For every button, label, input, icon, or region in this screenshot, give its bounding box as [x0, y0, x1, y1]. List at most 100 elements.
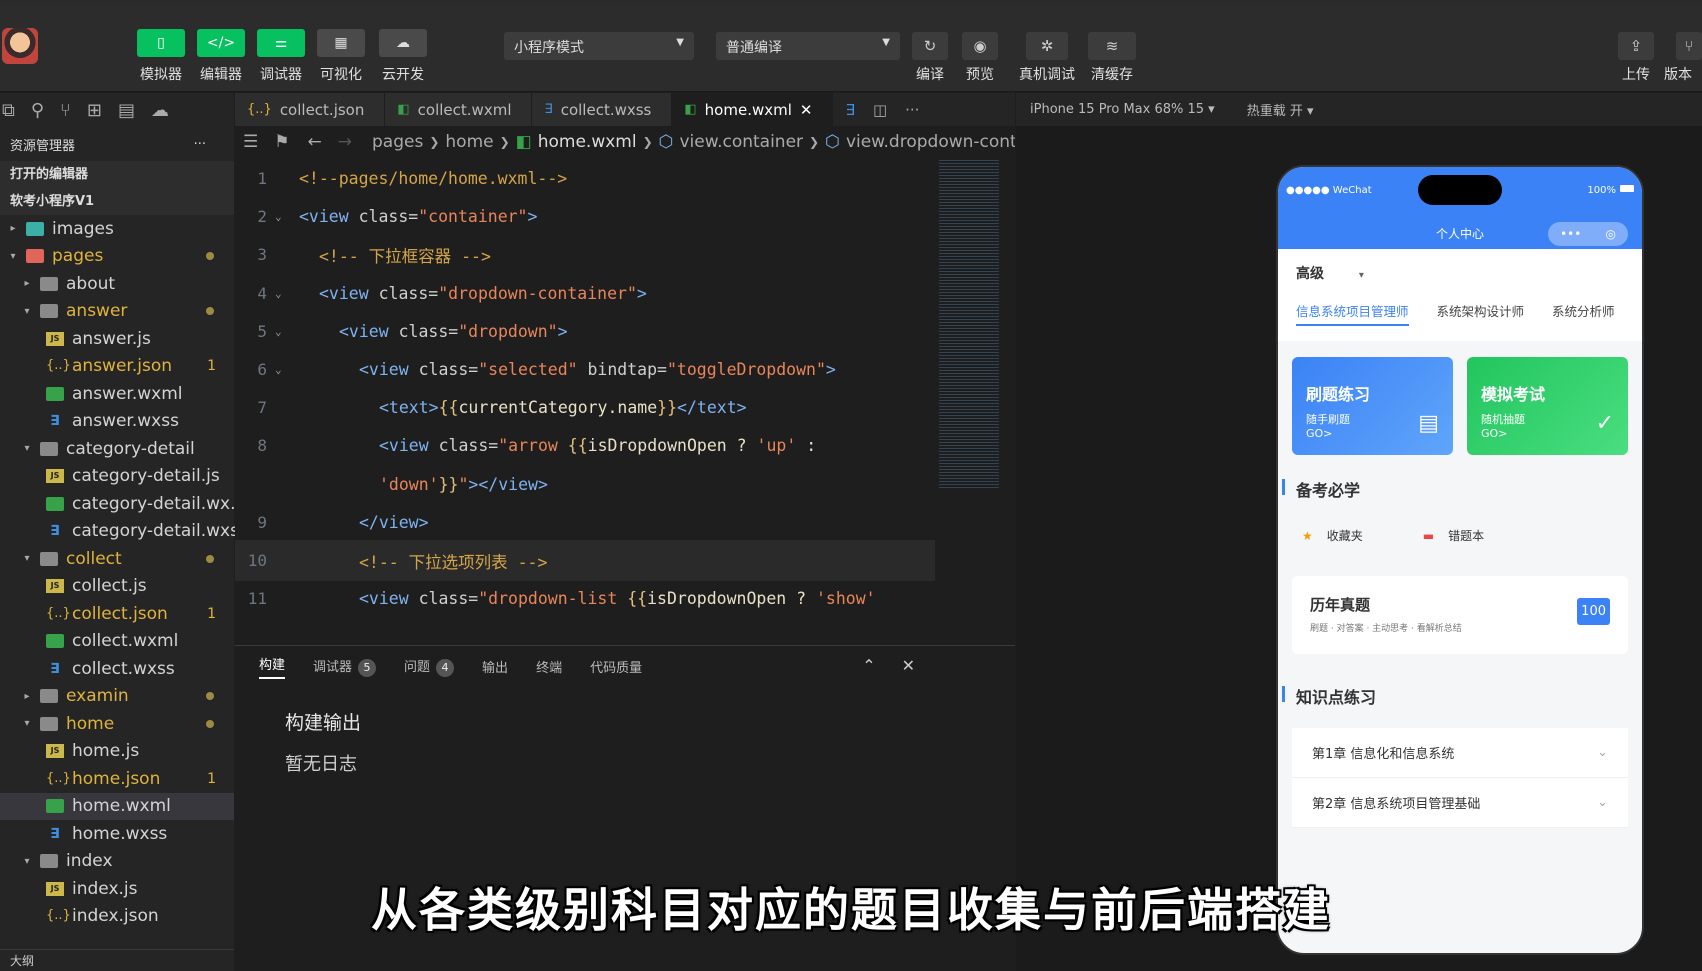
- tree-file[interactable]: ∃ category-detail.wxss: [0, 518, 248, 546]
- chevron-right-icon[interactable]: ▸: [20, 278, 34, 289]
- tree-file[interactable]: answer.wxml: [0, 380, 234, 408]
- back-icon[interactable]: ←: [308, 132, 322, 152]
- cloud-icon[interactable]: ☁: [151, 100, 169, 121]
- close-circle-icon[interactable]: ◎: [1605, 219, 1615, 249]
- code-line[interactable]: 8 <view class="arrow {{isDropdownOpen ? '…: [235, 425, 935, 466]
- tree-folder[interactable]: ▾ home: [0, 710, 234, 738]
- visual-button[interactable]: ▦: [317, 29, 365, 57]
- tree-file[interactable]: JS home.js: [0, 738, 234, 766]
- crumb-dropdown[interactable]: view.dropdown-contai: [846, 132, 1015, 152]
- tree-file[interactable]: ∃ answer.wxss: [0, 408, 234, 436]
- more-dots-icon[interactable]: •••: [1560, 219, 1581, 249]
- code-line[interactable]: 3 <!-- 下拉框容器 -->: [235, 234, 935, 275]
- tree-folder[interactable]: ▾ category-detail: [0, 435, 234, 463]
- search-icon[interactable]: ⚲: [31, 100, 44, 121]
- preview-button[interactable]: ◉: [962, 32, 998, 60]
- capsule-menu[interactable]: ••• ◎: [1548, 222, 1628, 246]
- source-control-icon[interactable]: ⑂: [60, 100, 71, 121]
- tree-folder[interactable]: ▸ examin: [0, 683, 234, 711]
- storage-icon[interactable]: ▤: [118, 100, 135, 121]
- chapter-item[interactable]: 第1章 信息化和信息系统 ⌄: [1292, 728, 1628, 778]
- crumb-file[interactable]: home.wxml: [538, 132, 637, 152]
- chapter-item[interactable]: 第2章 信息系统项目管理基础 ⌄: [1292, 778, 1628, 828]
- close-icon[interactable]: ✕: [902, 656, 915, 675]
- panel-tab[interactable]: 输出: [482, 657, 508, 676]
- panel-tab[interactable]: 代码质量: [590, 657, 642, 676]
- editor-button[interactable]: </>: [197, 29, 245, 57]
- debugger-button[interactable]: ⚌: [257, 29, 305, 57]
- crumb-pages[interactable]: pages: [372, 132, 423, 152]
- fold-chevron-icon[interactable]: ⌄: [275, 287, 282, 300]
- tree-file[interactable]: {..} collect.json 1: [0, 600, 234, 628]
- tree-file[interactable]: JS answer.js: [0, 325, 234, 353]
- editor-tab[interactable]: ◧ home.wxml ✕: [672, 93, 834, 126]
- crumb-container[interactable]: view.container: [679, 132, 803, 152]
- fold-chevron-icon[interactable]: ⌄: [275, 325, 282, 338]
- panel-tab[interactable]: 调试器 5: [313, 656, 377, 677]
- list-icon[interactable]: ☰: [243, 132, 258, 152]
- hot-reload-toggle[interactable]: 热重载 开 ▾: [1247, 100, 1314, 119]
- editor-tab[interactable]: {..} collect.json: [235, 93, 386, 126]
- code-line[interactable]: 2 ⌄ <view class="container">: [235, 196, 935, 237]
- chevron-down-icon[interactable]: ▾: [20, 553, 34, 564]
- tree-folder[interactable]: ▾ answer: [0, 298, 234, 326]
- chevron-down-icon[interactable]: ▾: [20, 443, 34, 454]
- chevron-up-icon[interactable]: ⌃: [862, 656, 875, 675]
- project-section[interactable]: 软考小程序V1: [0, 188, 234, 215]
- code-line[interactable]: 6 ⌄ <view class="selected" bindtap="toggle…: [235, 349, 935, 390]
- upload-button[interactable]: ⇪: [1618, 32, 1654, 60]
- wxss-toggle-icon[interactable]: ∃: [845, 101, 854, 119]
- tree-file[interactable]: ∃ home.wxss: [0, 820, 234, 848]
- category-tab[interactable]: 系统架构设计师: [1437, 301, 1525, 326]
- tree-folder[interactable]: ▸ images: [0, 215, 234, 243]
- category-tab[interactable]: 信息系统项目管理师: [1296, 301, 1409, 326]
- editor-tab[interactable]: ∃ collect.wxss: [532, 93, 673, 126]
- mode-select[interactable]: 小程序模式 ▼: [504, 32, 694, 60]
- tree-folder[interactable]: ▸ about: [0, 270, 234, 298]
- crumb-home[interactable]: home: [445, 132, 493, 152]
- tree-folder[interactable]: ▾ pages: [0, 243, 234, 271]
- open-editors-section[interactable]: 打开的编辑器: [0, 161, 234, 188]
- chevron-right-icon[interactable]: ▸: [6, 223, 20, 234]
- code-line[interactable]: 4 ⌄ <view class="dropdown-container">: [235, 273, 935, 314]
- split-editor-icon[interactable]: ◫: [873, 101, 887, 119]
- code-line[interactable]: 11 <view class="dropdown-list {{isDropdow…: [235, 578, 935, 619]
- chevron-down-icon[interactable]: ▾: [20, 306, 34, 317]
- mock-exam-card[interactable]: 模拟考试 随机抽题 GO> ✓: [1467, 357, 1628, 455]
- code-line[interactable]: 5 ⌄ <view class="dropdown">: [235, 311, 935, 352]
- tree-file[interactable]: category-detail.wx...: [0, 490, 246, 518]
- panel-tab[interactable]: 构建: [259, 654, 286, 679]
- compile-select[interactable]: 普通编译 ▼: [716, 32, 900, 60]
- past-papers-card[interactable]: 历年真题 刷题 · 对答案 · 主动思考 · 看解析总结 100: [1292, 576, 1628, 654]
- version-button[interactable]: ⑂: [1676, 32, 1702, 60]
- wrong-book-link[interactable]: ▬ 错题本: [1423, 527, 1484, 544]
- code-line[interactable]: 9 </view>: [235, 502, 935, 543]
- chevron-down-icon[interactable]: ▾: [20, 856, 34, 867]
- outline-section[interactable]: 大纲: [0, 949, 234, 971]
- tree-file[interactable]: {..} answer.json 1: [0, 353, 234, 381]
- tree-folder[interactable]: ▾ collect: [0, 545, 234, 573]
- chevron-down-icon[interactable]: ▾: [6, 251, 20, 262]
- tree-file[interactable]: {..} home.json 1: [0, 765, 234, 793]
- editor-tab[interactable]: ◧ collect.wxml: [385, 93, 533, 126]
- tree-file[interactable]: collect.wxml: [0, 628, 234, 656]
- tree-file[interactable]: JS category-detail.js: [0, 463, 234, 491]
- code-line[interactable]: 10 <!-- 下拉选项列表 -->: [235, 540, 935, 581]
- category-tab[interactable]: 系统分析师: [1552, 301, 1615, 326]
- device-select[interactable]: iPhone 15 Pro Max 68% 15 ▾: [1030, 102, 1215, 117]
- close-icon[interactable]: ✕: [800, 101, 813, 119]
- more-icon[interactable]: ···: [194, 137, 206, 152]
- avatar[interactable]: [2, 28, 38, 64]
- practice-card[interactable]: 刷题练习 随手刷题 GO> ▤: [1292, 357, 1453, 455]
- clear-cache-button[interactable]: ≋: [1088, 32, 1136, 60]
- panel-tab[interactable]: 问题 4: [404, 656, 455, 677]
- remote-debug-button[interactable]: ✲: [1026, 32, 1068, 60]
- forward-icon[interactable]: →: [338, 132, 352, 152]
- code-line[interactable]: 1 <!--pages/home/home.wxml-->: [235, 158, 935, 199]
- chevron-down-icon[interactable]: ▾: [20, 718, 34, 729]
- bookmark-icon[interactable]: ⚑: [274, 132, 289, 152]
- code-editor[interactable]: 1 <!--pages/home/home.wxml--> 2 ⌄ <view clas…: [235, 158, 1015, 642]
- files-icon[interactable]: ⧉: [2, 100, 15, 121]
- tree-file[interactable]: ∃ collect.wxss: [0, 655, 234, 683]
- more-actions-icon[interactable]: ···: [905, 101, 919, 119]
